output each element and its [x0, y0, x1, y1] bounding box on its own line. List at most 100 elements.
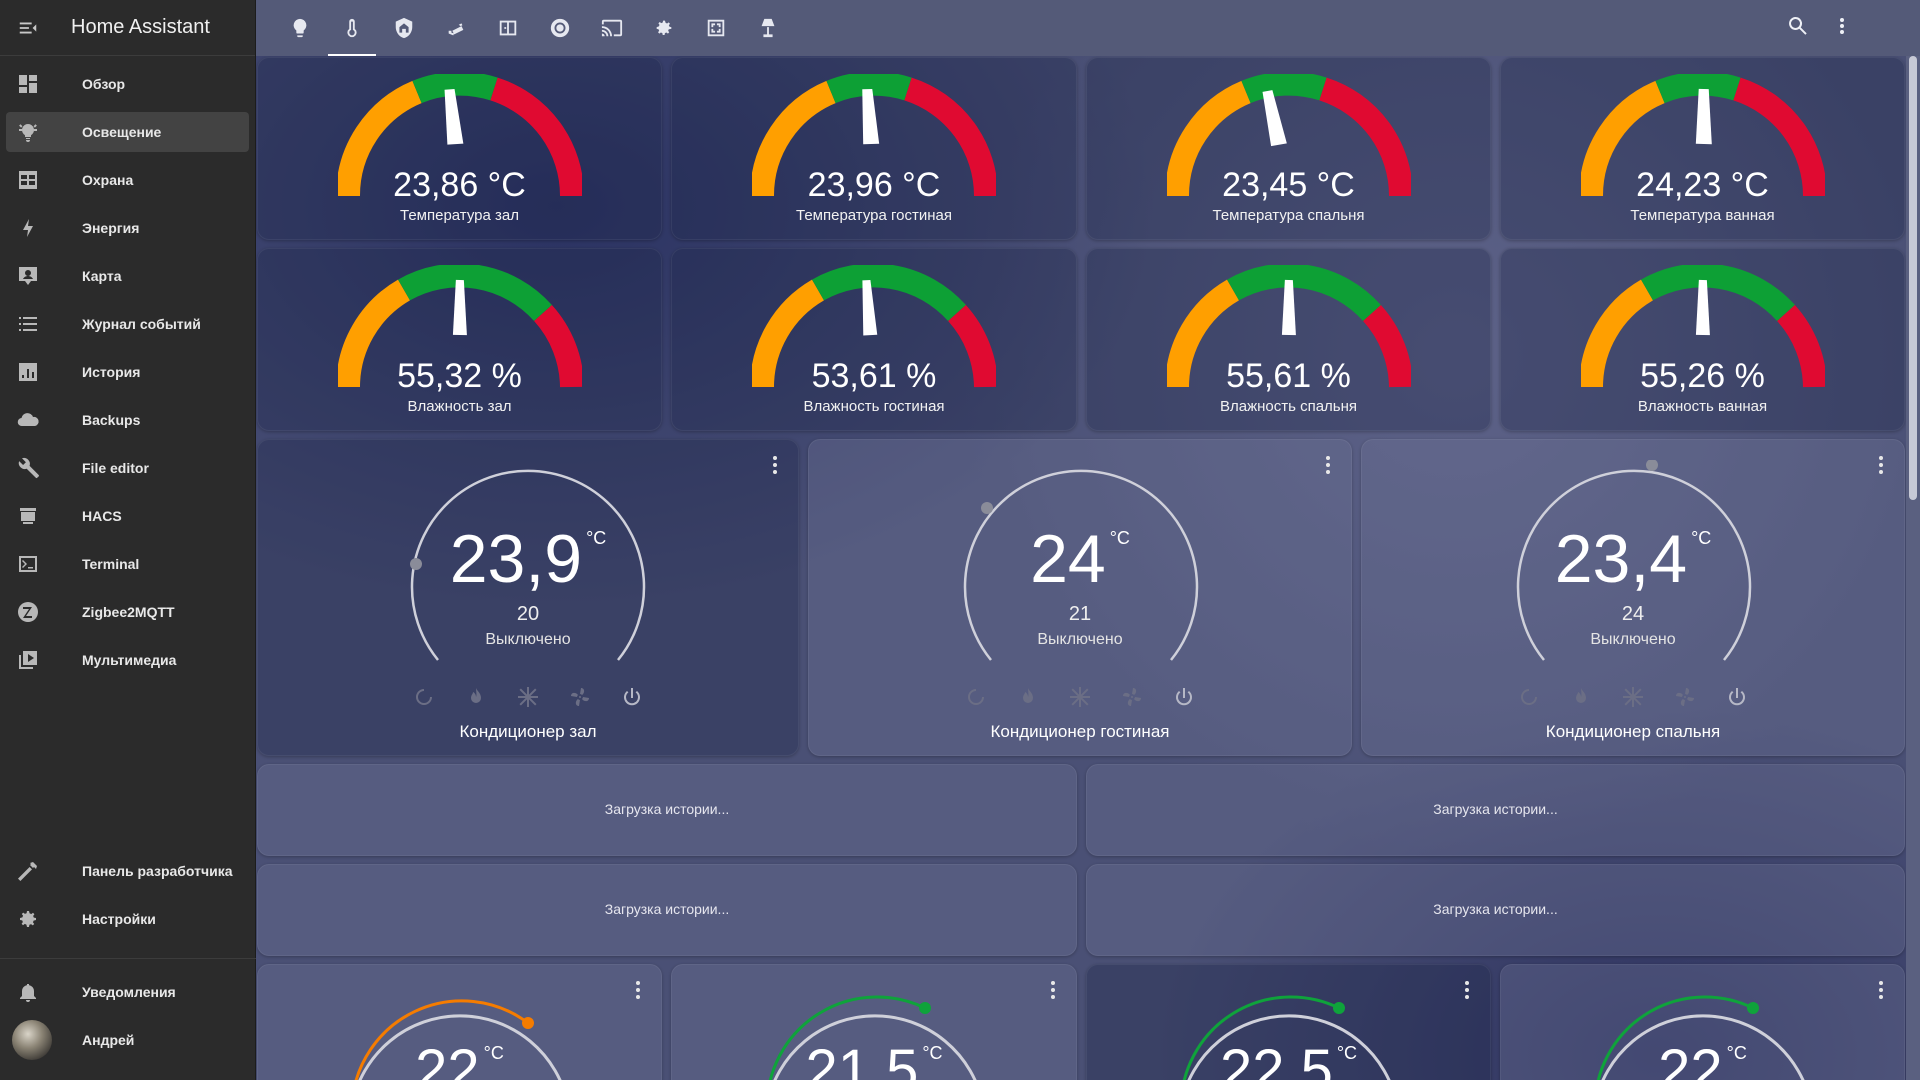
card-menu-button[interactable] [1878, 979, 1884, 1001]
mode-cool-icon[interactable] [1068, 685, 1092, 709]
card-menu-button[interactable] [1325, 454, 1331, 476]
sidebar-item-label: Уведомления [82, 984, 176, 1000]
card-menu-button[interactable] [1878, 454, 1884, 476]
hvac-mode-bar [809, 685, 1351, 709]
mode-fan-icon[interactable] [1120, 685, 1144, 709]
sidebar-item-terminal[interactable]: Terminal [6, 544, 249, 584]
gauge-value: 23,86 °C [393, 166, 526, 204]
history-graph-card[interactable]: Загрузка истории... [257, 864, 1077, 956]
mode-fan-icon[interactable] [1673, 685, 1697, 709]
sidebar-item-developer[interactable]: Панель разработчика [6, 851, 250, 891]
sidebar-item-notifications[interactable]: Уведомления [6, 972, 250, 1012]
tab-security[interactable] [378, 0, 430, 56]
sidebar-item-logbook[interactable]: Журнал событий [6, 304, 249, 344]
page-scrollbar[interactable] [1906, 56, 1920, 1080]
sidebar-item-user[interactable]: Андрей [6, 1020, 250, 1060]
sidebar-item-label: Панель разработчика [82, 863, 233, 879]
gauge-card-temperature[interactable]: 23,45 °C Температура спальня [1086, 57, 1491, 240]
gauge-card-temperature[interactable]: 23,96 °C Температура гостиная [671, 57, 1077, 240]
gauge-value: 23,45 °C [1222, 166, 1355, 204]
sidebar-item-lighting[interactable]: Освещение [6, 112, 249, 152]
thermostat-card[interactable]: 23,4 °C 24 Выключено Кондиционер спальня [1361, 439, 1905, 756]
thermostat-card-small[interactable]: 22 °C [1500, 964, 1905, 1080]
tab-cameras[interactable] [430, 0, 482, 56]
view-tabs [274, 0, 794, 56]
mode-fan-icon[interactable] [568, 685, 592, 709]
power-icon[interactable] [1725, 685, 1749, 709]
temp-unit: °C [586, 528, 607, 548]
thermostat-card-small[interactable]: 22 °C [257, 964, 662, 1080]
sidebar-item-media[interactable]: Мультимедиа [6, 640, 249, 680]
cast-icon [601, 19, 623, 37]
sidebar-item-label: История [82, 364, 141, 380]
mode-auto-icon[interactable] [412, 685, 436, 709]
sidebar-nav: Обзор Освещение Охрана Энергия Карта Жур… [0, 64, 255, 680]
temp-value: 22 [415, 1038, 480, 1080]
tab-vacuum[interactable] [534, 0, 586, 56]
mode-auto-icon[interactable] [1517, 685, 1541, 709]
mode-heat-icon[interactable] [464, 685, 488, 709]
bell-icon [20, 984, 36, 1002]
sidebar-item-history[interactable]: История [6, 352, 249, 392]
temp-unit: °C [483, 1043, 504, 1063]
power-icon[interactable] [620, 685, 644, 709]
sidebar-item-label: HACS [82, 508, 122, 524]
gauge-card-humidity[interactable]: 55,32 % Влажность зал [257, 248, 662, 431]
card-menu-button[interactable] [635, 979, 641, 1001]
overflow-menu-button[interactable] [1830, 14, 1854, 43]
mode-cool-icon[interactable] [516, 685, 540, 709]
card-menu-button[interactable] [1050, 979, 1056, 1001]
history-graph-card[interactable]: Загрузка истории... [257, 764, 1077, 856]
gauge-card-humidity[interactable]: 53,61 % Влажность гостиная [671, 248, 1077, 431]
card-menu-button[interactable] [1464, 979, 1470, 1001]
search-button[interactable] [1786, 14, 1810, 43]
lightning-icon [23, 219, 33, 237]
gauge-card-humidity[interactable]: 55,26 % Влажность ванная [1500, 248, 1905, 431]
sidebar-item-label: Энергия [82, 220, 140, 236]
menu-toggle-button[interactable] [0, 0, 56, 56]
thermostat-target: 21 [1068, 603, 1092, 625]
sidebar-item-settings[interactable]: Настройки [6, 899, 250, 939]
thermostat-card-small[interactable]: 21,5 °C [671, 964, 1077, 1080]
sidebar-item-energy[interactable]: Энергия [6, 208, 249, 248]
sidebar-item-hacs[interactable]: HACS [6, 496, 249, 536]
thermostat-card[interactable]: 23,9 °C 20 Выключено Кондиционер зал [257, 439, 799, 756]
mode-auto-icon[interactable] [964, 685, 988, 709]
tab-system[interactable] [638, 0, 690, 56]
sidebar-item-zigbee2mqtt[interactable]: Zigbee2MQTT [6, 592, 249, 632]
tab-climate[interactable] [326, 0, 378, 56]
tab-media[interactable] [586, 0, 638, 56]
sidebar-item-overview[interactable]: Обзор [6, 64, 249, 104]
gauge-name: Влажность зал [407, 398, 512, 415]
temp-value: 22 [1658, 1038, 1723, 1080]
mode-heat-icon[interactable] [1569, 685, 1593, 709]
scrollbar-thumb[interactable] [1909, 56, 1917, 500]
temp-unit: °C [1726, 1043, 1747, 1063]
history-graph-card[interactable]: Загрузка истории... [1086, 864, 1905, 956]
gauge-card-temperature[interactable]: 23,86 °C Температура зал [257, 57, 662, 240]
history-graph-card[interactable]: Загрузка истории... [1086, 764, 1905, 856]
power-icon[interactable] [1172, 685, 1196, 709]
sidebar-item-file-editor[interactable]: File editor [6, 448, 249, 488]
sidebar-item-security[interactable]: Охрана [6, 160, 249, 200]
tab-lighting[interactable] [274, 0, 326, 56]
sidebar-bottom-tools: Панель разработчика Настройки [0, 851, 256, 947]
gauge-card-temperature[interactable]: 24,23 °C Температура ванная [1500, 57, 1905, 240]
dots-vertical-icon [1051, 981, 1055, 999]
mode-cool-icon[interactable] [1621, 685, 1645, 709]
history-loading-text: Загрузка истории... [1433, 901, 1558, 917]
tab-doors[interactable] [482, 0, 534, 56]
sidebar-item-map[interactable]: Карта [6, 256, 249, 296]
sidebar-item-backups[interactable]: Backups [6, 400, 249, 440]
tab-lamps[interactable] [742, 0, 794, 56]
thermostat-card-small[interactable]: 22,5 °C [1086, 964, 1491, 1080]
thermostat-state: Выключено [1590, 631, 1676, 648]
mode-heat-icon[interactable] [1016, 685, 1040, 709]
thermostat-card[interactable]: 24 °C 21 Выключено Кондиционер гостиная [808, 439, 1352, 756]
temp-value: 23,9 [449, 521, 583, 597]
gauge-value: 23,96 °C [807, 166, 941, 204]
tab-screen[interactable] [690, 0, 742, 56]
gauge-card-humidity[interactable]: 55,61 % Влажность спальня [1086, 248, 1491, 431]
temp-value: 23,4 [1554, 521, 1688, 597]
card-menu-button[interactable] [772, 454, 778, 476]
